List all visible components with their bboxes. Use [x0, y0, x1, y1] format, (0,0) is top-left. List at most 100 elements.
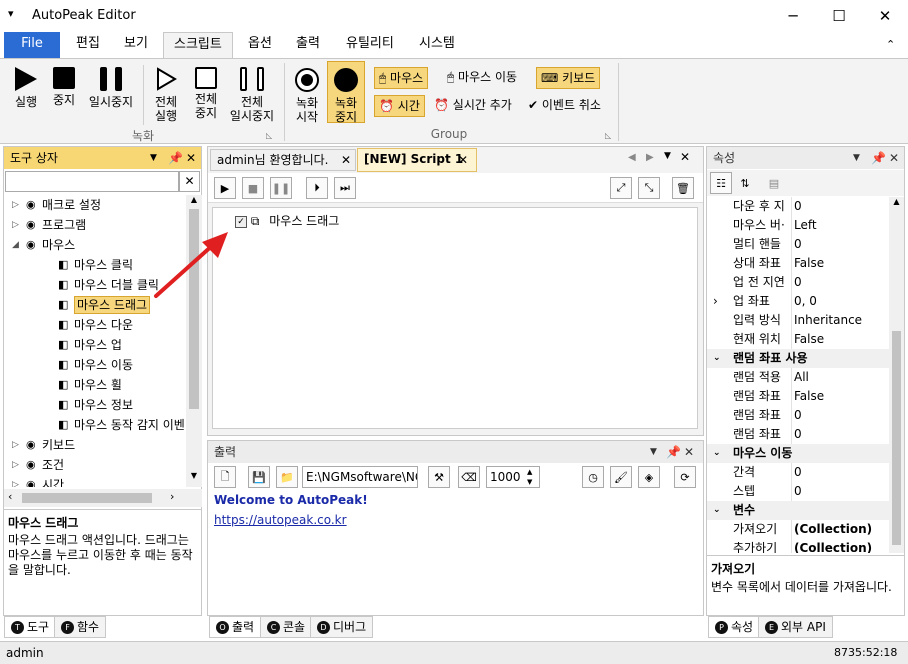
tree-expander-icon[interactable]: ▷: [12, 435, 19, 455]
close-tab-icon[interactable]: ✕: [458, 150, 468, 170]
menu-script[interactable]: 스크립트: [163, 32, 233, 58]
tab-external-api[interactable]: E 외부 API: [758, 616, 833, 638]
website-link[interactable]: https://autopeak.co.kr: [214, 513, 347, 527]
tree-expander-icon[interactable]: ◢: [12, 235, 19, 255]
tree-item[interactable]: ▷ ◉ 매크로 설정: [4, 195, 186, 215]
pin-icon[interactable]: 📌: [168, 147, 183, 169]
editor-step-button[interactable]: ⏵: [306, 177, 328, 199]
fill-button[interactable]: ◈: [638, 466, 660, 488]
mouse-toggle[interactable]: 🖱 마우스: [374, 67, 429, 89]
pause-button[interactable]: 일시중지: [84, 67, 138, 109]
stop-all-button[interactable]: 전체 중지: [186, 67, 226, 120]
refresh-button[interactable]: ⟳: [674, 466, 696, 488]
hscroll-thumb[interactable]: [22, 493, 152, 503]
mouse-move-toggle[interactable]: 🖱 마우스 이동: [443, 67, 521, 89]
editor-pause-button[interactable]: ❚❚: [270, 177, 292, 199]
property-row[interactable]: 랜덤 좌표 0: [707, 425, 889, 444]
property-category[interactable]: ⌄ 마우스 이동: [707, 444, 889, 463]
pause-all-button[interactable]: 전체 일시중지: [226, 67, 278, 123]
property-row[interactable]: 스텝 0: [707, 482, 889, 501]
dropdown-icon[interactable]: ▼: [150, 147, 157, 169]
close-panel-icon[interactable]: ✕: [889, 147, 899, 169]
properties-scrollbar[interactable]: ▲: [889, 197, 904, 553]
tab-functions[interactable]: F 함수: [54, 616, 107, 638]
realtime-add-toggle[interactable]: ⏰ 실시간 추가: [430, 95, 516, 117]
menu-view[interactable]: 보기: [114, 32, 158, 58]
close-panel-icon[interactable]: ✕: [684, 441, 694, 463]
tree-item[interactable]: ◧ 마우스 다운: [4, 315, 186, 335]
clean-button[interactable]: ⚒: [428, 466, 450, 488]
time-toggle[interactable]: ⏰ 시간: [374, 95, 425, 117]
tree-item[interactable]: ◧ 마우스 동작 감지 이벤: [4, 415, 186, 435]
run-all-button[interactable]: 전체 실행: [146, 67, 186, 123]
event-cancel-toggle[interactable]: ✔ 이벤트 취소: [524, 95, 605, 117]
keyboard-toggle[interactable]: ⌨ 키보드: [536, 67, 601, 89]
tab-prev-icon[interactable]: ◀: [628, 152, 636, 163]
editor-stop-button[interactable]: ■: [242, 177, 264, 199]
alphabetical-button[interactable]: ⇅: [734, 172, 756, 194]
close-tab-icon[interactable]: ✕: [341, 150, 351, 170]
system-menu-icon[interactable]: ▾: [8, 7, 14, 20]
run-button[interactable]: 실행: [8, 67, 44, 109]
tree-expander-icon[interactable]: ▷: [12, 215, 19, 235]
group-expand-icon[interactable]: ◺: [266, 131, 272, 140]
property-row[interactable]: › 업 좌표 0, 0: [707, 292, 889, 311]
property-value[interactable]: 0: [791, 463, 802, 482]
properties-scroll-thumb[interactable]: [892, 331, 901, 545]
close-button[interactable]: ✕: [862, 0, 908, 32]
tab-next-icon[interactable]: ▶: [646, 152, 654, 163]
tab-tools[interactable]: T 도구: [4, 616, 57, 638]
log-path-input[interactable]: E:\NGMsoftware\NG: [302, 466, 418, 488]
tab-properties[interactable]: P 속성: [708, 616, 761, 638]
property-expander-icon[interactable]: ›: [713, 292, 718, 311]
clock-button[interactable]: ◷: [582, 466, 604, 488]
property-value[interactable]: False: [791, 387, 824, 406]
tree-item[interactable]: ◧ 마우스 휠: [4, 375, 186, 395]
dropdown-icon[interactable]: ▼: [853, 147, 860, 169]
menu-edit[interactable]: 편집: [66, 32, 110, 58]
property-value[interactable]: 0: [791, 197, 802, 216]
property-value[interactable]: (Collection): [791, 539, 872, 553]
property-value[interactable]: 0: [791, 425, 802, 444]
property-row[interactable]: 랜덤 적용 All: [707, 368, 889, 387]
eraser-button[interactable]: ⌫: [458, 466, 480, 488]
tree-item[interactable]: ◧ 마우스 이동: [4, 355, 186, 375]
collapse-ribbon-icon[interactable]: ⌃: [886, 38, 895, 51]
menu-output[interactable]: 출력: [286, 32, 330, 58]
toolbox-search-input[interactable]: [5, 171, 179, 192]
property-row[interactable]: 랜덤 좌표 0: [707, 406, 889, 425]
save-log-button[interactable]: 💾: [248, 466, 270, 488]
tree-hscrollbar[interactable]: ‹ ›: [4, 489, 202, 507]
menu-utility[interactable]: 유틸리티: [336, 32, 404, 58]
max-lines-input[interactable]: 1000 ▲ ▼: [486, 466, 540, 488]
category-expander-icon[interactable]: ⌄: [713, 501, 721, 520]
property-row[interactable]: 입력 방식 Inheritance: [707, 311, 889, 330]
pin-icon[interactable]: 📌: [871, 147, 886, 169]
category-expander-icon[interactable]: ⌄: [713, 444, 721, 463]
editor-step-over-button[interactable]: ⏭: [334, 177, 356, 199]
property-row[interactable]: 추가하기 (Collection): [707, 539, 889, 553]
property-value[interactable]: 0: [791, 482, 802, 501]
group2-expand-icon[interactable]: ◺: [605, 131, 611, 140]
pin-icon[interactable]: 📌: [666, 441, 681, 463]
tree-item[interactable]: ▷ ◉ 키보드: [4, 435, 186, 455]
property-value[interactable]: Left: [791, 216, 817, 235]
property-row[interactable]: 랜덤 좌표 False: [707, 387, 889, 406]
spin-icon[interactable]: ▲ ▼: [527, 467, 532, 487]
collapse-all-button[interactable]: ⤡: [638, 177, 660, 199]
property-value[interactable]: All: [791, 368, 809, 387]
new-log-button[interactable]: 🗋: [214, 466, 236, 488]
property-value[interactable]: (Collection): [791, 520, 872, 539]
property-value[interactable]: 0, 0: [791, 292, 817, 311]
open-folder-button[interactable]: 📁: [276, 466, 298, 488]
tab-output[interactable]: O 출력: [209, 616, 262, 638]
tree-item[interactable]: ▷ ◉ 시간: [4, 475, 186, 487]
tree-expander-icon[interactable]: ▷: [12, 195, 19, 215]
tree-item[interactable]: ◧ 마우스 정보: [4, 395, 186, 415]
tree-item[interactable]: ▷ ◉ 조건: [4, 455, 186, 475]
tree-item[interactable]: ◧ 마우스 업: [4, 335, 186, 355]
categorized-button[interactable]: ☷: [710, 172, 732, 194]
menu-options[interactable]: 옵션: [238, 32, 282, 58]
property-row[interactable]: 현재 위치 False: [707, 330, 889, 349]
property-row[interactable]: 상대 좌표 False: [707, 254, 889, 273]
